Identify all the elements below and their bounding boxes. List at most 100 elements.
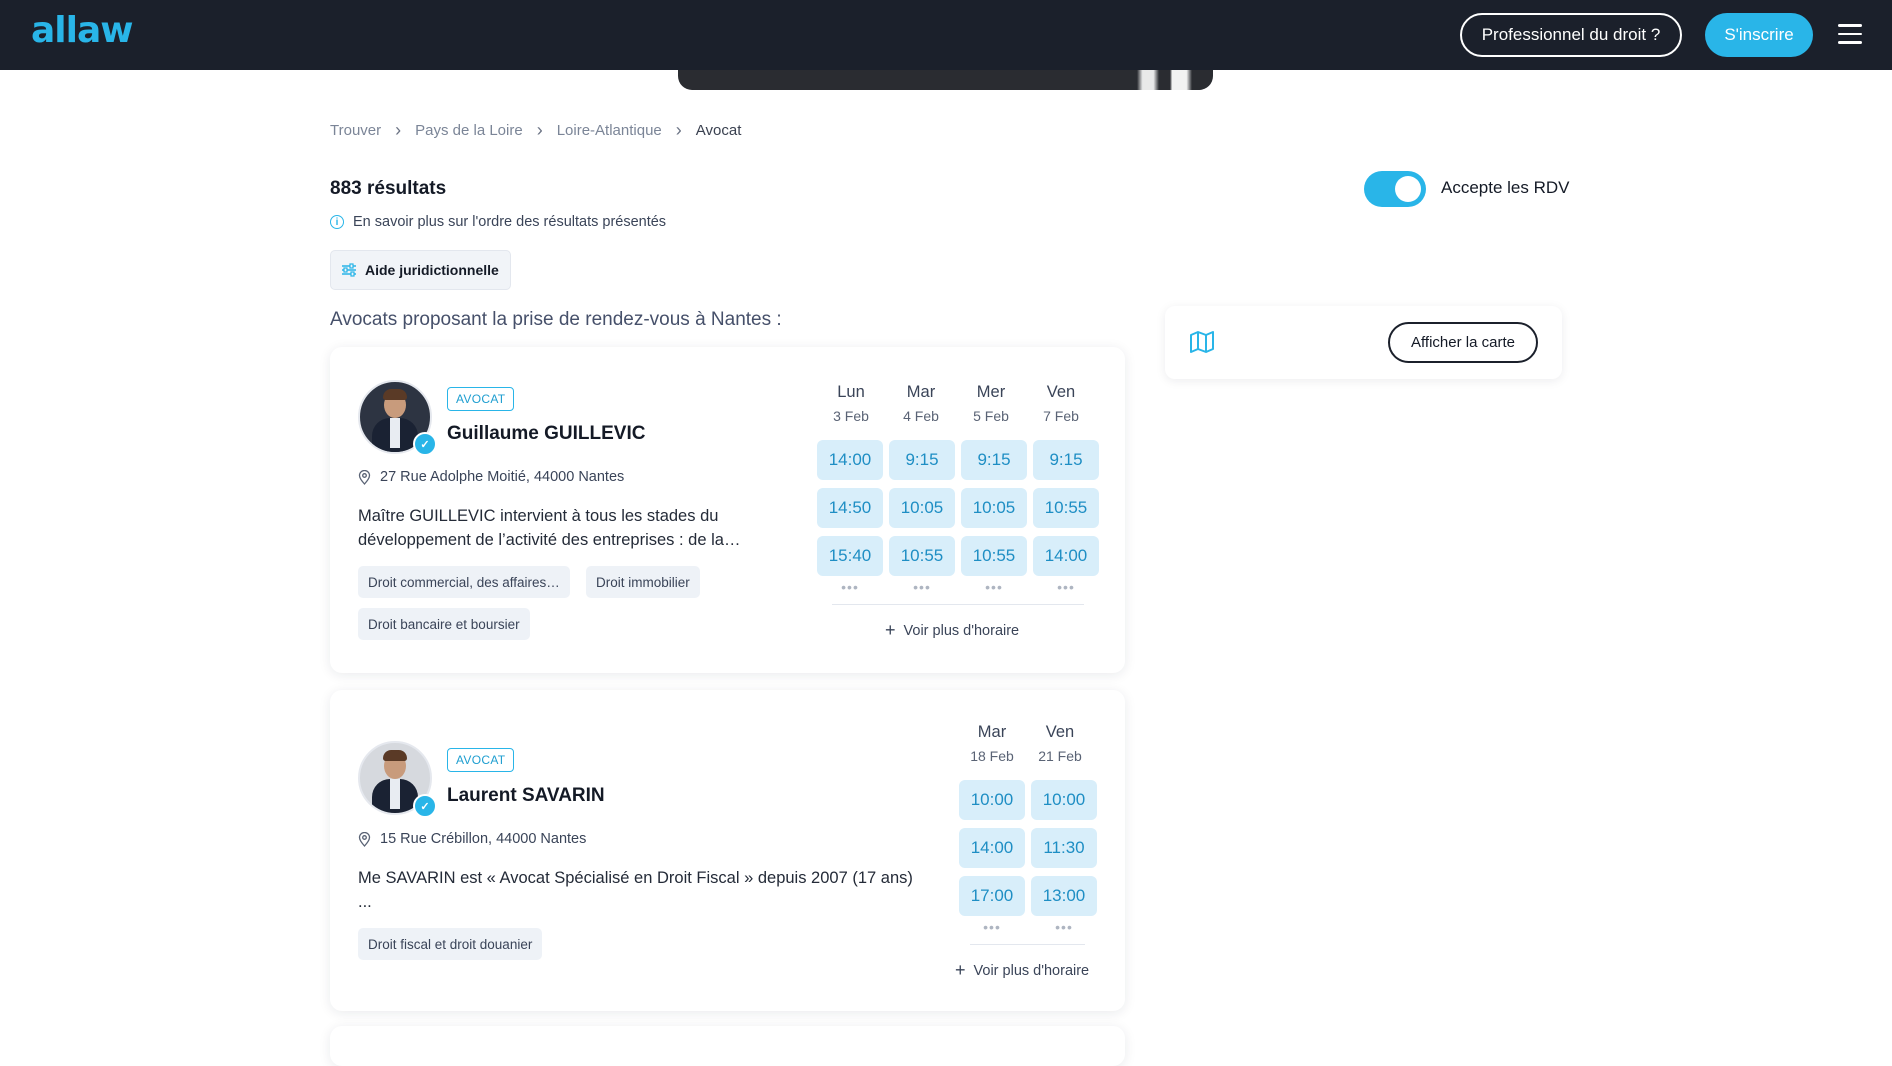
divider: [832, 604, 1084, 605]
more-slots-dots: •••: [983, 919, 1001, 935]
time-slot-button[interactable]: 11:30: [1031, 828, 1097, 868]
see-more-label: Voir plus d'horaire: [973, 962, 1090, 979]
allaw-logo[interactable]: allaw: [31, 10, 134, 51]
divider: [970, 944, 1085, 945]
day-name: Ven: [1045, 723, 1075, 741]
time-slot-button[interactable]: 10:05: [889, 488, 955, 528]
practice-area-tag[interactable]: Droit fiscal et droit douanier: [358, 928, 543, 960]
day-column-header: Ven 7 Feb: [1025, 383, 1097, 424]
time-slot-button[interactable]: 13:00: [1031, 876, 1097, 916]
plus-icon: +: [885, 620, 896, 640]
legal-aid-filter-button[interactable]: Aide juridictionnelle: [330, 250, 511, 290]
day-name: Ven: [1046, 383, 1076, 401]
time-slot-button[interactable]: 14:50: [817, 488, 883, 528]
time-slot-button[interactable]: 17:00: [959, 876, 1025, 916]
description-line: ...: [358, 893, 372, 911]
breadcrumb-avocat: Avocat: [695, 122, 742, 139]
description-line: Maître GUILLEVIC intervient à tous les s…: [358, 507, 719, 525]
time-slot-button[interactable]: 9:15: [1033, 440, 1099, 480]
day-column-header: Mer 5 Feb: [955, 383, 1027, 424]
show-map-button[interactable]: Afficher la carte: [1388, 322, 1538, 363]
see-more-label: Voir plus d'horaire: [903, 622, 1020, 639]
practice-area-tag[interactable]: Droit commercial, des affaires…: [358, 566, 570, 598]
time-slot-button[interactable]: 10:55: [1033, 488, 1099, 528]
section-title: Avocats proposant la prise de rendez-vou…: [330, 309, 782, 330]
results-order-info-link[interactable]: i En savoir plus sur l'ordre des résulta…: [330, 214, 666, 230]
day-date: 3 Feb: [833, 408, 869, 424]
lawyer-description: Me SAVARIN est « Avocat Spécialisé en Dr…: [358, 866, 913, 914]
time-slot-button[interactable]: 14:00: [959, 828, 1025, 868]
time-slot-button[interactable]: 10:55: [889, 536, 955, 576]
lawyer-address: 27 Rue Adolphe Moitié, 44000 Nantes: [358, 469, 624, 485]
day-date: 21 Feb: [1038, 748, 1082, 764]
time-slot-button[interactable]: 15:40: [817, 536, 883, 576]
practice-area-tag[interactable]: Droit immobilier: [586, 566, 700, 598]
sliders-icon: [342, 263, 356, 277]
day-column-header: Ven 21 Feb: [1024, 723, 1096, 764]
time-slot-button[interactable]: 10:00: [959, 780, 1025, 820]
location-pin-icon: [358, 831, 371, 847]
more-slots-dots: •••: [1055, 919, 1073, 935]
day-column-header: Lun 3 Feb: [815, 383, 887, 424]
chevron-right-icon: ›: [536, 120, 543, 140]
day-name: Mer: [976, 383, 1006, 401]
address-text: 15 Rue Crébillon, 44000 Nantes: [380, 831, 587, 847]
toggle-label: Accepte les RDV: [1441, 178, 1570, 197]
plus-icon: +: [955, 960, 966, 980]
map-icon: [1190, 331, 1214, 353]
description-line: Me SAVARIN est « Avocat Spécialisé en Dr…: [358, 869, 913, 887]
info-icon: i: [330, 215, 344, 229]
day-name: Mar: [906, 383, 936, 401]
time-slot-button[interactable]: 14:00: [1033, 536, 1099, 576]
professional-button[interactable]: Professionnel du droit ?: [1460, 13, 1682, 57]
breadcrumb-pays-de-la-loire[interactable]: Pays de la Loire: [415, 122, 523, 139]
more-slots-dots: •••: [985, 579, 1003, 595]
verified-check-icon: ✓: [413, 432, 437, 456]
lawyer-badge: AVOCAT: [447, 387, 515, 411]
more-slots-dots: •••: [841, 579, 859, 595]
time-slot-button[interactable]: 9:15: [889, 440, 955, 480]
address-text: 27 Rue Adolphe Moitié, 44000 Nantes: [380, 469, 625, 485]
time-slot-button[interactable]: 10:05: [961, 488, 1027, 528]
day-date: 5 Feb: [973, 408, 1009, 424]
day-date: 18 Feb: [970, 748, 1014, 764]
hero-banner-image: [678, 70, 1213, 90]
lawyer-name[interactable]: Guillaume GUILLEVIC: [447, 423, 645, 445]
time-slot-button[interactable]: 10:00: [1031, 780, 1097, 820]
lawyer-address: 15 Rue Crébillon, 44000 Nantes: [358, 831, 586, 847]
day-date: 7 Feb: [1043, 408, 1079, 424]
signup-button[interactable]: S'inscrire: [1705, 13, 1813, 57]
practice-area-tag[interactable]: Droit bancaire et boursier: [358, 608, 530, 640]
results-count: 883 résultats: [330, 178, 447, 199]
day-column-header: Mar 18 Feb: [956, 723, 1028, 764]
info-link-text: En savoir plus sur l'ordre des résultats…: [353, 214, 667, 230]
accept-appointments-toggle[interactable]: [1364, 171, 1426, 207]
day-date: 4 Feb: [903, 408, 939, 424]
map-panel: Afficher la carte: [1165, 306, 1562, 379]
breadcrumb: Trouver › Pays de la Loire › Loire-Atlan…: [330, 120, 741, 141]
breadcrumb-loire-atlantique[interactable]: Loire-Atlantique: [557, 122, 662, 139]
lawyer-card: ✓ AVOCAT Laurent SAVARIN 15 Rue Crébillo…: [330, 690, 1125, 1011]
time-slot-button[interactable]: 14:00: [817, 440, 883, 480]
more-slots-dots: •••: [913, 579, 931, 595]
day-name: Mar: [977, 723, 1007, 741]
filter-label: Aide juridictionnelle: [365, 262, 499, 278]
lawyer-card: ✓ AVOCAT Guillaume GUILLEVIC 27 Rue Adol…: [330, 347, 1125, 673]
see-more-hours-link[interactable]: + Voir plus d'horaire: [955, 960, 1089, 981]
more-slots-dots: •••: [1057, 579, 1075, 595]
chevron-right-icon: ›: [395, 120, 402, 140]
time-slot-button[interactable]: 10:55: [961, 536, 1027, 576]
top-navigation-bar: allaw Professionnel du droit ? S'inscrir…: [0, 0, 1892, 70]
see-more-hours-link[interactable]: + Voir plus d'horaire: [885, 620, 1019, 641]
breadcrumb-trouver[interactable]: Trouver: [330, 122, 381, 139]
day-column-header: Mar 4 Feb: [885, 383, 957, 424]
lawyer-card: [330, 1026, 1125, 1066]
chevron-right-icon: ›: [675, 120, 682, 140]
verified-check-icon: ✓: [413, 794, 437, 818]
lawyer-name[interactable]: Laurent SAVARIN: [447, 785, 605, 807]
day-name: Lun: [837, 383, 865, 401]
time-slot-button[interactable]: 9:15: [961, 440, 1027, 480]
lawyer-badge: AVOCAT: [447, 748, 515, 772]
hamburger-icon[interactable]: [1838, 24, 1862, 46]
lawyer-description: Maître GUILLEVIC intervient à tous les s…: [358, 504, 740, 552]
